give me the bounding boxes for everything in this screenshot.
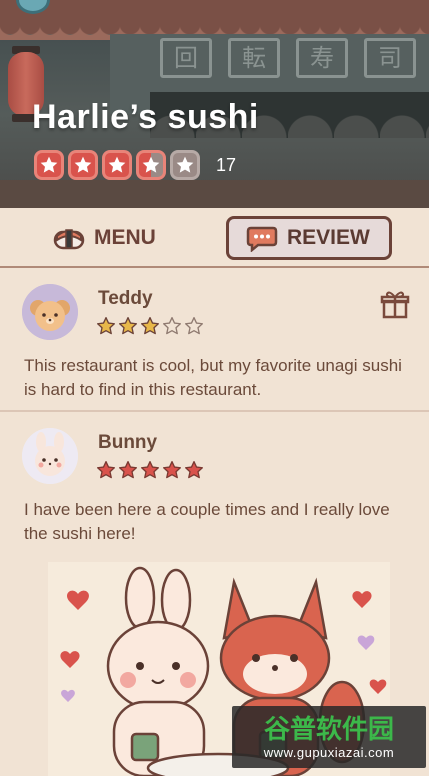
star-filled-icon: [119, 317, 137, 335]
watermark-url: www.gupuxiazai.com: [263, 744, 395, 760]
tab-bar: MENU REVIEW: [0, 208, 429, 268]
star-filled-icon: [97, 317, 116, 335]
review-text: This restaurant is cool, but my favorite…: [24, 356, 402, 399]
sign-char: 司: [364, 38, 416, 78]
rating-star-empty-icon: [170, 150, 200, 180]
sign-char: 寿: [296, 38, 348, 78]
star-filled-icon: [141, 461, 159, 479]
gift-icon[interactable]: [380, 290, 410, 320]
review-stars: [96, 316, 204, 336]
tab-review-label: REVIEW: [287, 226, 370, 249]
restaurant-name: Harlie’s sushi: [32, 98, 259, 136]
star-filled-icon: [163, 461, 181, 479]
counter-shelf: [0, 180, 429, 208]
review-item: Teddy This restaurant is cool, but my fa…: [0, 270, 429, 412]
rating-star-icon: [102, 150, 132, 180]
review-text: I have been here a couple times and I re…: [24, 500, 390, 543]
rating-star-half-icon: [136, 150, 166, 180]
star-filled-icon: [185, 461, 203, 479]
restaurant-header: 回 転 寿 司 Harlie’s sushi 17: [0, 0, 429, 208]
rating-star-icon: [34, 150, 64, 180]
restaurant-rating: 17: [34, 150, 236, 180]
watermark-title: 谷普软件园: [263, 714, 394, 745]
sign-char: 転: [228, 38, 280, 78]
star-filled-icon: [97, 461, 116, 479]
reviewer-name: Bunny: [98, 432, 158, 453]
rating-star-icon: [68, 150, 98, 180]
tab-menu-label: MENU: [94, 226, 156, 249]
review-stars: [96, 460, 204, 480]
chat-bubble-icon: [246, 226, 278, 252]
teddy-avatar-icon: [22, 284, 78, 340]
reviewer-name: Teddy: [98, 288, 153, 309]
tab-review[interactable]: REVIEW: [226, 216, 392, 260]
star-filled-icon: [141, 317, 159, 335]
tab-menu[interactable]: MENU: [52, 216, 156, 260]
star-empty-icon: [163, 317, 181, 335]
watermark: 谷普软件园 www.gupuxiazai.com: [232, 706, 426, 768]
avatar[interactable]: [22, 284, 78, 340]
avatar[interactable]: [22, 428, 78, 484]
star-empty-icon: [185, 317, 203, 335]
bunny-avatar-icon: [22, 428, 78, 484]
rating-count: 17: [216, 154, 237, 175]
sign-char: 回: [160, 38, 212, 78]
sushi-icon: [53, 229, 85, 250]
star-filled-icon: [119, 461, 137, 479]
